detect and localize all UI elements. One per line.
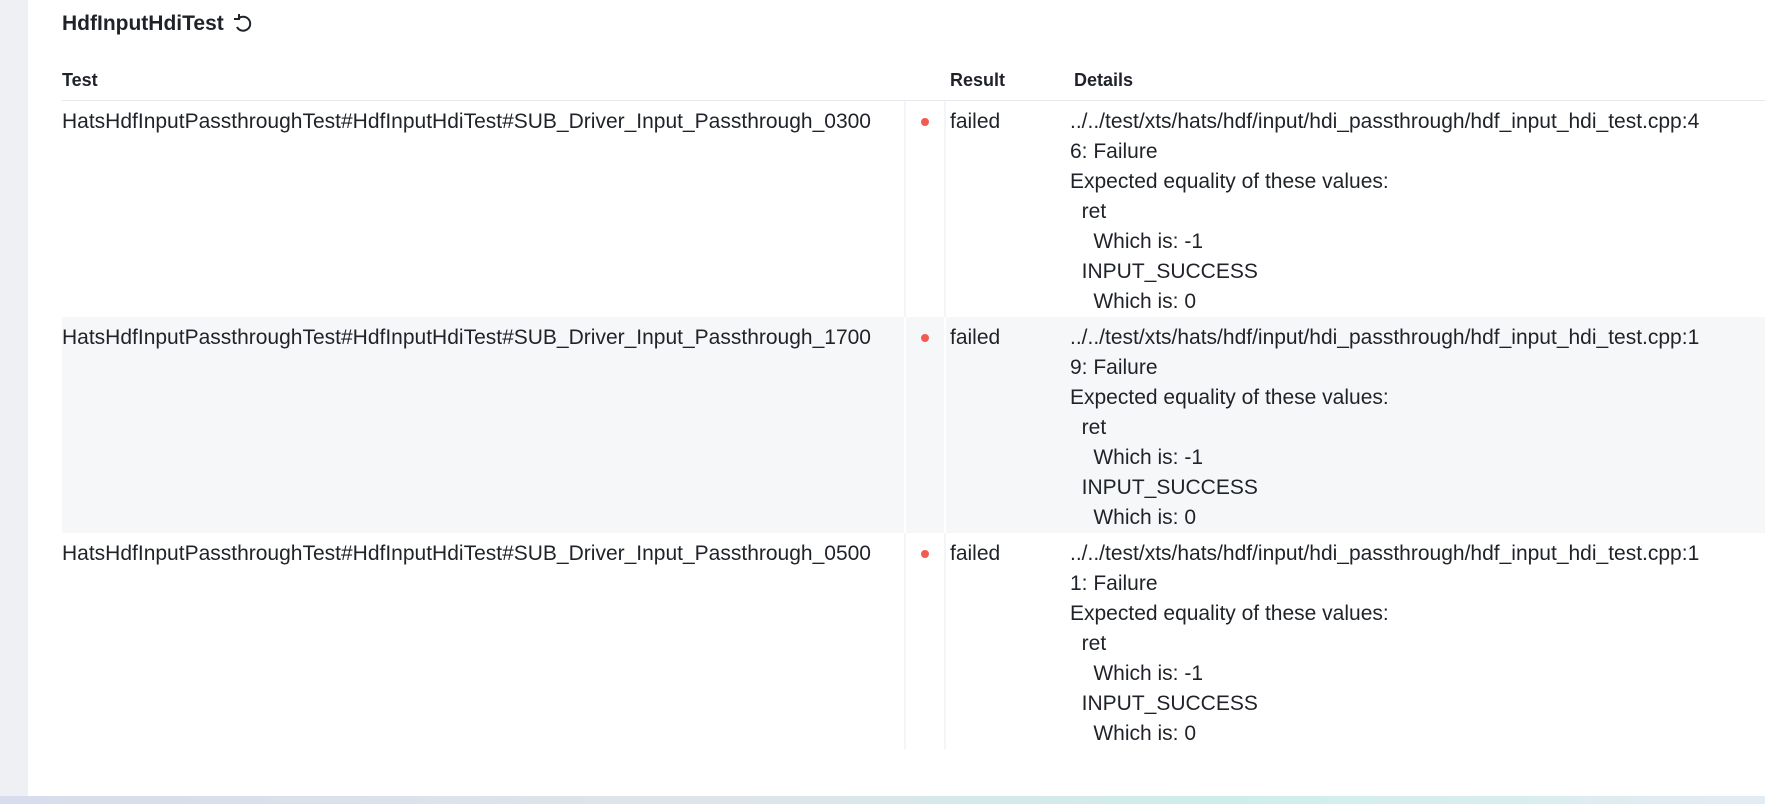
column-header-test[interactable]: Test (62, 70, 904, 91)
table-row: HatsHdfInputPassthroughTest#HdfInputHdiT… (62, 317, 1765, 533)
table-header: Test Result Details (62, 60, 1765, 101)
test-name: HatsHdfInputPassthroughTest#HdfInputHdiT… (62, 542, 871, 565)
status-cell (904, 101, 946, 317)
results-table: Test Result Details HatsHdfInputPassthro… (62, 60, 1765, 749)
result-text: failed (950, 110, 1001, 133)
bottom-divider (0, 796, 1765, 804)
failure-details: ../../test/xts/hats/hdf/input/hdi_passth… (1070, 326, 1700, 529)
failed-status-dot-icon (921, 550, 929, 558)
suite-title: HdfInputHdiTest (62, 12, 224, 35)
table-row: HatsHdfInputPassthroughTest#HdfInputHdiT… (62, 101, 1765, 317)
result-text: failed (950, 326, 1001, 349)
failure-details: ../../test/xts/hats/hdf/input/hdi_passth… (1070, 542, 1700, 745)
column-header-details[interactable]: Details (1074, 70, 1765, 91)
status-cell (904, 533, 946, 749)
refresh-icon[interactable] (232, 13, 254, 35)
table-row: HatsHdfInputPassthroughTest#HdfInputHdiT… (62, 533, 1765, 749)
column-header-result[interactable]: Result (946, 70, 1074, 91)
suite-header: HdfInputHdiTest (62, 12, 254, 36)
test-name: HatsHdfInputPassthroughTest#HdfInputHdiT… (62, 326, 871, 349)
test-name: HatsHdfInputPassthroughTest#HdfInputHdiT… (62, 110, 871, 133)
failure-details: ../../test/xts/hats/hdf/input/hdi_passth… (1070, 110, 1700, 313)
status-cell (904, 317, 946, 533)
result-text: failed (950, 542, 1001, 565)
failed-status-dot-icon (921, 334, 929, 342)
failed-status-dot-icon (921, 118, 929, 126)
